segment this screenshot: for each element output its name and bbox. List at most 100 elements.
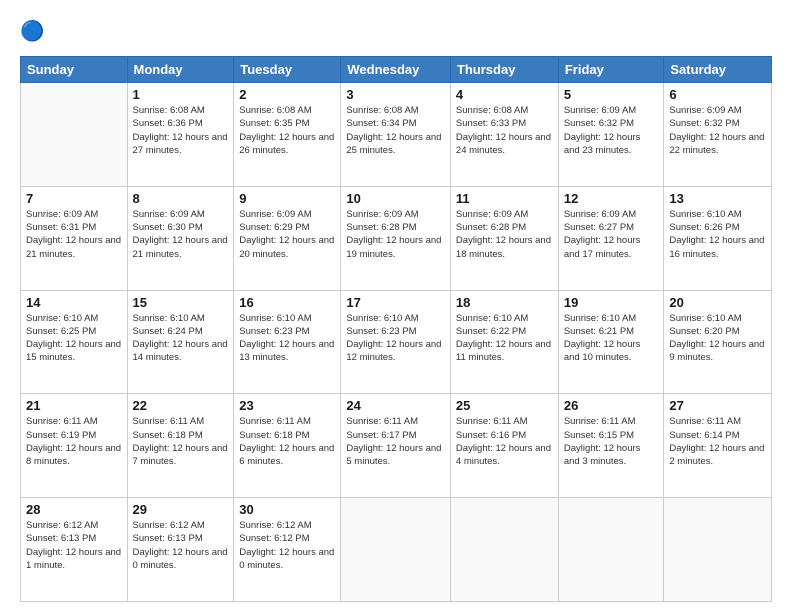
day-info: Sunrise: 6:10 AMSunset: 6:24 PMDaylight:…: [133, 312, 229, 365]
day-number: 28: [26, 502, 122, 517]
day-info: Sunrise: 6:11 AMSunset: 6:14 PMDaylight:…: [669, 415, 766, 468]
day-info: Sunrise: 6:11 AMSunset: 6:19 PMDaylight:…: [26, 415, 122, 468]
day-number: 20: [669, 295, 766, 310]
weekday-header-friday: Friday: [558, 57, 664, 83]
day-info: Sunrise: 6:09 AMSunset: 6:27 PMDaylight:…: [564, 208, 659, 261]
day-number: 6: [669, 87, 766, 102]
calendar-cell: 24 Sunrise: 6:11 AMSunset: 6:17 PMDayligh…: [341, 394, 451, 498]
calendar-cell: 3Sunrise: 6:08 AMSunset: 6:34 PMDaylight…: [341, 83, 451, 187]
day-number: 9: [239, 191, 335, 206]
calendar-week-4: 28 Sunrise: 6:12 AMSunset: 6:13 PMDayligh…: [21, 498, 772, 602]
calendar-cell: 17Sunrise: 6:10 AMSunset: 6:23 PMDayligh…: [341, 290, 451, 394]
day-number: 13: [669, 191, 766, 206]
day-number: 7: [26, 191, 122, 206]
day-number: 25: [456, 398, 553, 413]
calendar-cell: 20Sunrise: 6:10 AMSunset: 6:20 PMDayligh…: [664, 290, 772, 394]
day-number: 24: [346, 398, 445, 413]
day-number: 29: [133, 502, 229, 517]
day-number: 11: [456, 191, 553, 206]
calendar-cell: [558, 498, 664, 602]
calendar-cell: 27 Sunrise: 6:11 AMSunset: 6:14 PMDayligh…: [664, 394, 772, 498]
calendar-cell: 13 Sunrise: 6:10 AMSunset: 6:26 PMDayligh…: [664, 186, 772, 290]
svg-text:🔵: 🔵: [20, 20, 44, 43]
calendar-cell: 29 Sunrise: 6:12 AMSunset: 6:13 PMDayligh…: [127, 498, 234, 602]
calendar-cell: 28Sunrise: 6:12 AMSunset: 6:13 PMDayligh…: [21, 498, 128, 602]
day-number: 2: [239, 87, 335, 102]
day-number: 26: [564, 398, 659, 413]
calendar-cell: 2 Sunrise: 6:08 AMSunset: 6:35 PMDaylight…: [234, 83, 341, 187]
day-info: Sunrise: 6:09 AMSunset: 6:31 PMDaylight:…: [26, 208, 122, 261]
day-number: 17: [346, 295, 445, 310]
header: 🔵: [20, 18, 772, 46]
day-info: Sunrise: 6:11 AMSunset: 6:17 PMDaylight:…: [346, 415, 445, 468]
calendar-cell: 6 Sunrise: 6:09 AMSunset: 6:32 PMDaylight…: [664, 83, 772, 187]
day-number: 10: [346, 191, 445, 206]
day-number: 8: [133, 191, 229, 206]
day-info: Sunrise: 6:08 AMSunset: 6:36 PMDaylight:…: [133, 104, 229, 157]
calendar-cell: 9 Sunrise: 6:09 AMSunset: 6:29 PMDaylight…: [234, 186, 341, 290]
day-info: Sunrise: 6:09 AMSunset: 6:32 PMDaylight:…: [564, 104, 659, 157]
day-info: Sunrise: 6:11 AMSunset: 6:18 PMDaylight:…: [133, 415, 229, 468]
calendar-cell: 1 Sunrise: 6:08 AMSunset: 6:36 PMDaylight…: [127, 83, 234, 187]
day-info: Sunrise: 6:12 AMSunset: 6:13 PMDaylight:…: [133, 519, 229, 572]
weekday-header-thursday: Thursday: [450, 57, 558, 83]
calendar-cell: 19Sunrise: 6:10 AMSunset: 6:21 PMDayligh…: [558, 290, 664, 394]
calendar-cell: [341, 498, 451, 602]
calendar-cell: [450, 498, 558, 602]
calendar-cell: 10 Sunrise: 6:09 AMSunset: 6:28 PMDayligh…: [341, 186, 451, 290]
weekday-header-row: SundayMondayTuesdayWednesdayThursdayFrid…: [21, 57, 772, 83]
calendar-cell: 21 Sunrise: 6:11 AMSunset: 6:19 PMDayligh…: [21, 394, 128, 498]
day-info: Sunrise: 6:10 AMSunset: 6:26 PMDaylight:…: [669, 208, 766, 261]
day-info: Sunrise: 6:09 AMSunset: 6:32 PMDaylight:…: [669, 104, 766, 157]
calendar-cell: [21, 83, 128, 187]
calendar-week-2: 14Sunrise: 6:10 AMSunset: 6:25 PMDayligh…: [21, 290, 772, 394]
calendar-cell: 25 Sunrise: 6:11 AMSunset: 6:16 PMDayligh…: [450, 394, 558, 498]
day-info: Sunrise: 6:10 AMSunset: 6:22 PMDaylight:…: [456, 312, 553, 365]
calendar-week-3: 21 Sunrise: 6:11 AMSunset: 6:19 PMDayligh…: [21, 394, 772, 498]
day-number: 18: [456, 295, 553, 310]
day-info: Sunrise: 6:11 AMSunset: 6:16 PMDaylight:…: [456, 415, 553, 468]
day-info: Sunrise: 6:10 AMSunset: 6:23 PMDaylight:…: [239, 312, 335, 365]
weekday-header-tuesday: Tuesday: [234, 57, 341, 83]
calendar-cell: [664, 498, 772, 602]
weekday-header-monday: Monday: [127, 57, 234, 83]
calendar-cell: 7 Sunrise: 6:09 AMSunset: 6:31 PMDaylight…: [21, 186, 128, 290]
day-number: 30: [239, 502, 335, 517]
calendar-cell: 4Sunrise: 6:08 AMSunset: 6:33 PMDaylight…: [450, 83, 558, 187]
day-info: Sunrise: 6:08 AMSunset: 6:35 PMDaylight:…: [239, 104, 335, 157]
day-number: 21: [26, 398, 122, 413]
calendar-cell: 16 Sunrise: 6:10 AMSunset: 6:23 PMDayligh…: [234, 290, 341, 394]
day-number: 5: [564, 87, 659, 102]
calendar-week-0: 1 Sunrise: 6:08 AMSunset: 6:36 PMDaylight…: [21, 83, 772, 187]
logo-icon: 🔵: [20, 18, 48, 46]
calendar-cell: 30 Sunrise: 6:12 AMSunset: 6:12 PMDayligh…: [234, 498, 341, 602]
calendar-cell: 15 Sunrise: 6:10 AMSunset: 6:24 PMDayligh…: [127, 290, 234, 394]
day-info: Sunrise: 6:09 AMSunset: 6:29 PMDaylight:…: [239, 208, 335, 261]
day-number: 14: [26, 295, 122, 310]
day-number: 22: [133, 398, 229, 413]
day-info: Sunrise: 6:08 AMSunset: 6:33 PMDaylight:…: [456, 104, 553, 157]
day-number: 23: [239, 398, 335, 413]
day-number: 16: [239, 295, 335, 310]
calendar-cell: 14Sunrise: 6:10 AMSunset: 6:25 PMDayligh…: [21, 290, 128, 394]
calendar-cell: 18 Sunrise: 6:10 AMSunset: 6:22 PMDayligh…: [450, 290, 558, 394]
day-number: 1: [133, 87, 229, 102]
day-info: Sunrise: 6:12 AMSunset: 6:12 PMDaylight:…: [239, 519, 335, 572]
day-number: 27: [669, 398, 766, 413]
calendar-cell: 22 Sunrise: 6:11 AMSunset: 6:18 PMDayligh…: [127, 394, 234, 498]
day-info: Sunrise: 6:09 AMSunset: 6:28 PMDaylight:…: [346, 208, 445, 261]
weekday-header-saturday: Saturday: [664, 57, 772, 83]
day-info: Sunrise: 6:09 AMSunset: 6:28 PMDaylight:…: [456, 208, 553, 261]
day-info: Sunrise: 6:10 AMSunset: 6:21 PMDaylight:…: [564, 312, 659, 365]
day-info: Sunrise: 6:11 AMSunset: 6:15 PMDaylight:…: [564, 415, 659, 468]
calendar-cell: 12 Sunrise: 6:09 AMSunset: 6:27 PMDayligh…: [558, 186, 664, 290]
day-number: 12: [564, 191, 659, 206]
calendar-cell: 8 Sunrise: 6:09 AMSunset: 6:30 PMDaylight…: [127, 186, 234, 290]
day-info: Sunrise: 6:11 AMSunset: 6:18 PMDaylight:…: [239, 415, 335, 468]
calendar-week-1: 7 Sunrise: 6:09 AMSunset: 6:31 PMDaylight…: [21, 186, 772, 290]
day-info: Sunrise: 6:09 AMSunset: 6:30 PMDaylight:…: [133, 208, 229, 261]
weekday-header-wednesday: Wednesday: [341, 57, 451, 83]
calendar-cell: 5 Sunrise: 6:09 AMSunset: 6:32 PMDaylight…: [558, 83, 664, 187]
day-number: 15: [133, 295, 229, 310]
calendar-cell: 26 Sunrise: 6:11 AMSunset: 6:15 PMDayligh…: [558, 394, 664, 498]
